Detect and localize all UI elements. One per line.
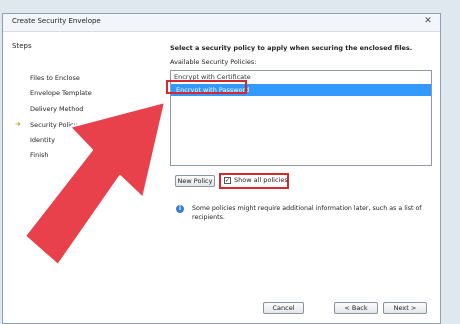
red-pointer-arrow-shape: [24, 101, 166, 266]
red-pointer-arrow-icon: [24, 101, 166, 266]
